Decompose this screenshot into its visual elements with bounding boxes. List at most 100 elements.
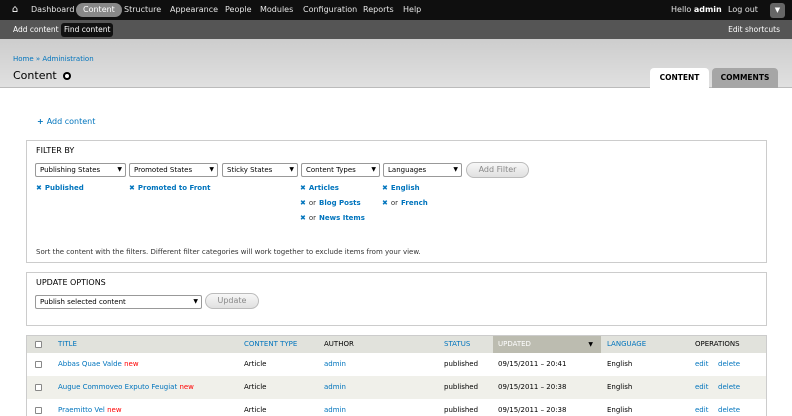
column-language[interactable]: LANGUAGE <box>607 336 646 353</box>
row-checkbox[interactable] <box>35 407 42 414</box>
close-icon: ✖ <box>36 184 42 192</box>
admin-toolbar: ⌂ Dashboard Content Structure Appearance… <box>0 0 792 20</box>
toolbar-item-dashboard[interactable]: Dashboard <box>24 3 81 17</box>
content-type-cell: Article <box>244 360 267 368</box>
select-label: Content Types <box>306 166 356 174</box>
remove-english-filter[interactable]: ✖ English <box>382 184 420 192</box>
column-content-type[interactable]: CONTENT TYPE <box>244 336 297 353</box>
chevron-down-icon[interactable]: ▼ <box>770 3 785 18</box>
languages-select[interactable]: Languages ▼ <box>383 163 462 177</box>
toolbar-item-content[interactable]: Content <box>76 3 122 17</box>
or-text: or <box>308 214 317 222</box>
node-title-link[interactable]: Augue Commoveo Exputo Feugiat <box>58 383 177 391</box>
home-icon[interactable]: ⌂ <box>9 4 21 16</box>
tab-comments[interactable]: COMMENTS <box>712 68 778 88</box>
remove-articles-filter[interactable]: ✖ Articles <box>300 184 339 192</box>
column-updated[interactable]: UPDATED ▼ <box>493 336 601 353</box>
toolbar-item-structure[interactable]: Structure <box>117 3 168 17</box>
node-title-link[interactable]: Abbas Quae Valde <box>58 360 122 368</box>
status-cell: published <box>444 360 479 368</box>
sticky-states-select[interactable]: Sticky States ▼ <box>222 163 298 177</box>
status-cell: published <box>444 406 479 414</box>
delete-link[interactable]: delete <box>718 376 740 399</box>
select-label: Languages <box>388 166 427 174</box>
updated-cell: 09/15/2011 – 20:41 <box>498 360 567 368</box>
filter-value: Published <box>44 184 84 192</box>
delete-link[interactable]: delete <box>718 353 740 376</box>
table-row: Augue Commoveo Exputo Feugiat new Articl… <box>27 376 766 399</box>
filter-value: Articles <box>308 184 339 192</box>
remove-news-items-filter[interactable]: ✖ or News Items <box>300 214 365 222</box>
sort-desc-icon: ▼ <box>588 341 593 348</box>
publishing-states-select[interactable]: Publishing States ▼ <box>35 163 126 177</box>
author-link[interactable]: admin <box>324 376 346 399</box>
select-label: Publishing States <box>40 166 101 174</box>
page-header: Home » Administration Content CONTENT CO… <box>0 39 792 88</box>
author-link[interactable]: admin <box>324 399 346 416</box>
greeting-text: Hello <box>671 5 692 14</box>
add-filter-button[interactable]: Add Filter <box>466 162 529 178</box>
dropdown-arrow-icon: ▼ <box>453 166 458 173</box>
remove-blog-posts-filter[interactable]: ✖ or Blog Posts <box>300 199 361 207</box>
shortcut-add-content[interactable]: Add content <box>10 23 62 37</box>
update-options-legend: UPDATE OPTIONS <box>36 278 106 287</box>
content-types-select[interactable]: Content Types ▼ <box>301 163 380 177</box>
remove-promoted-filter[interactable]: ✖ Promoted to Front <box>129 184 210 192</box>
toolbar-item-appearance[interactable]: Appearance <box>163 3 225 17</box>
shortcut-toggle-icon[interactable] <box>62 72 71 80</box>
filter-value: News Items <box>319 214 365 222</box>
or-text: or <box>390 199 399 207</box>
close-icon: ✖ <box>300 214 306 222</box>
toolbar-item-help[interactable]: Help <box>396 3 428 17</box>
column-status[interactable]: STATUS <box>444 336 470 353</box>
content-type-cell: Article <box>244 383 267 391</box>
author-link[interactable]: admin <box>324 353 346 376</box>
remove-french-filter[interactable]: ✖ or French <box>382 199 428 207</box>
delete-link[interactable]: delete <box>718 399 740 416</box>
dropdown-arrow-icon: ▼ <box>289 166 294 173</box>
filter-legend: FILTER BY <box>36 146 75 155</box>
breadcrumb[interactable]: Home » Administration <box>13 55 94 63</box>
remove-published-filter[interactable]: ✖ Published <box>36 184 84 192</box>
update-button[interactable]: Update <box>205 293 259 309</box>
tab-content[interactable]: CONTENT <box>650 68 709 88</box>
select-all-checkbox[interactable] <box>35 341 42 348</box>
title-cell: Praemitto Vel new <box>58 399 122 416</box>
row-checkbox[interactable] <box>35 361 42 368</box>
row-checkbox[interactable] <box>35 384 42 391</box>
filter-value: English <box>390 184 420 192</box>
username-link[interactable]: admin <box>694 5 722 14</box>
plus-icon: + <box>37 117 44 126</box>
edit-link[interactable]: edit <box>695 353 708 376</box>
toolbar-item-configuration[interactable]: Configuration <box>296 3 364 17</box>
new-marker: new <box>124 360 139 368</box>
node-title-link[interactable]: Praemitto Vel <box>58 406 105 414</box>
add-content-link[interactable]: + Add content <box>37 117 95 126</box>
new-marker: new <box>179 383 194 391</box>
column-updated-label: UPDATED <box>498 340 531 348</box>
close-icon: ✖ <box>129 184 135 192</box>
status-cell: published <box>444 383 479 391</box>
page-title-wrap: Content <box>13 69 71 82</box>
content-table: TITLE CONTENT TYPE AUTHOR STATUS UPDATED… <box>26 335 767 416</box>
new-marker: new <box>107 406 122 414</box>
edit-link[interactable]: edit <box>695 399 708 416</box>
promoted-states-select[interactable]: Promoted States ▼ <box>129 163 218 177</box>
toolbar-item-modules[interactable]: Modules <box>253 3 300 17</box>
column-title[interactable]: TITLE <box>58 336 77 353</box>
close-icon: ✖ <box>300 199 306 207</box>
language-cell: English <box>607 406 633 414</box>
close-icon: ✖ <box>300 184 306 192</box>
edit-link[interactable]: edit <box>695 376 708 399</box>
table-row: Praemitto Vel new Article admin publishe… <box>27 399 766 416</box>
or-text: or <box>308 199 317 207</box>
language-cell: English <box>607 360 633 368</box>
shortcut-find-content[interactable]: Find content <box>61 23 114 37</box>
updated-cell: 09/15/2011 – 20:38 <box>498 383 567 391</box>
filter-value: French <box>401 199 428 207</box>
toolbar-item-reports[interactable]: Reports <box>356 3 401 17</box>
title-cell: Augue Commoveo Exputo Feugiat new <box>58 376 194 399</box>
logout-link[interactable]: Log out <box>728 3 758 17</box>
edit-shortcuts-link[interactable]: Edit shortcuts <box>728 23 780 37</box>
bulk-operation-select[interactable]: Publish selected content ▼ <box>35 295 202 309</box>
